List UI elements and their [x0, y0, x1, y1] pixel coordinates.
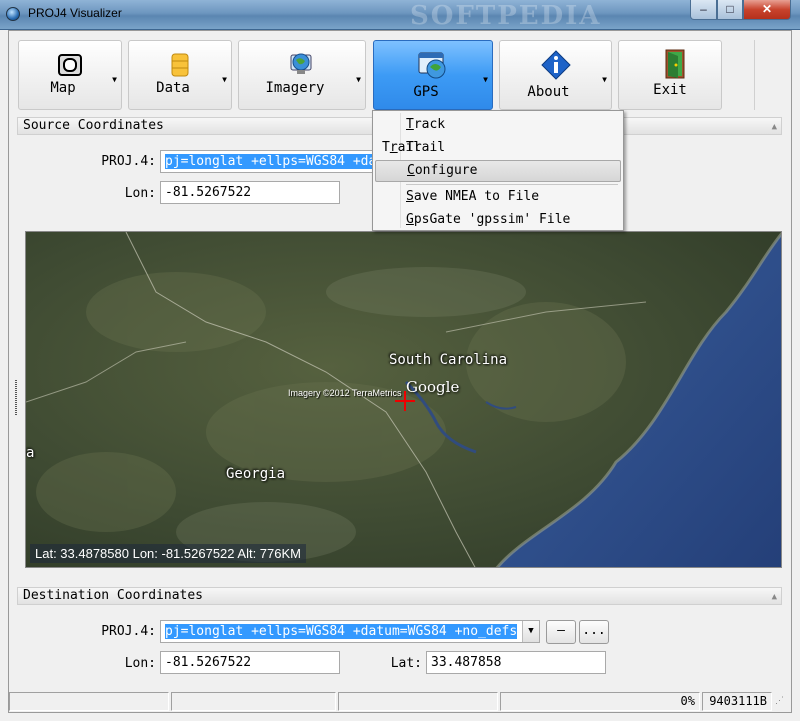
- database-icon: [171, 53, 189, 77]
- title-bar: PROJ4 Visualizer SOFTPEDIA – □ ✕: [0, 0, 800, 31]
- checkmark-icon: Trail: [382, 140, 422, 155]
- window-title: PROJ4 Visualizer: [28, 6, 122, 20]
- data-button[interactable]: Data ▼: [128, 40, 232, 110]
- imagery-button[interactable]: Imagery ▼: [238, 40, 366, 110]
- data-dropdown-arrow[interactable]: ▼: [222, 75, 227, 84]
- gps-dropdown-menu: Track Trail Trail Configure Save NMEA to…: [372, 110, 624, 231]
- destination-section-header[interactable]: Destination Coordinates ▲: [17, 587, 782, 605]
- map-dropdown-arrow[interactable]: ▼: [112, 75, 117, 84]
- gps-button[interactable]: GPS ▼: [373, 40, 493, 110]
- collapse-icon[interactable]: ▲: [772, 589, 777, 605]
- imagery-dropdown-arrow[interactable]: ▼: [356, 75, 361, 84]
- menu-item-track[interactable]: Track: [375, 114, 621, 136]
- destination-section-title: Destination Coordinates: [23, 588, 204, 603]
- map-label-georgia: Georgia: [226, 466, 286, 482]
- about-dropdown-arrow[interactable]: ▼: [602, 75, 607, 84]
- status-cell-3: [338, 692, 498, 711]
- source-lon-label: Lon:: [124, 186, 156, 201]
- destination-lon-input[interactable]: -81.5267522: [160, 651, 340, 674]
- clear-projection-button[interactable]: –: [546, 620, 576, 644]
- source-section-title: Source Coordinates: [23, 118, 164, 133]
- gps-button-label: GPS: [413, 84, 439, 100]
- progress-indicator: 0%: [500, 692, 700, 711]
- menu-item-configure[interactable]: Configure: [375, 160, 621, 182]
- destination-lat-label: Lat:: [390, 656, 422, 671]
- chevron-down-icon[interactable]: ▼: [522, 621, 539, 642]
- status-cell-2: [171, 692, 336, 711]
- source-lon-input[interactable]: -81.5267522: [160, 181, 340, 204]
- watermark: SOFTPEDIA: [410, 1, 602, 31]
- minimize-button[interactable]: –: [690, 0, 717, 20]
- crosshair-icon: [395, 391, 415, 411]
- maximize-button[interactable]: □: [717, 0, 743, 20]
- about-button-label: About: [527, 84, 570, 100]
- collapse-icon[interactable]: ▲: [772, 119, 777, 135]
- map-view[interactable]: South Carolina Georgia a Google Imagery …: [25, 231, 782, 568]
- status-cell-1: [9, 692, 169, 711]
- close-button[interactable]: ✕: [743, 0, 791, 20]
- gps-dropdown-arrow[interactable]: ▼: [483, 75, 488, 84]
- info-icon: [540, 50, 571, 80]
- destination-proj-label: PROJ.4:: [101, 624, 156, 639]
- exit-door-icon: [665, 49, 685, 79]
- destination-lon-label: Lon:: [124, 656, 156, 671]
- map-coordinate-readout: Lat: 33.4878580 Lon: -81.5267522 Alt: 77…: [30, 544, 306, 563]
- map-label-edge: a: [26, 445, 35, 461]
- toolbar-end: [754, 40, 782, 110]
- about-button[interactable]: About ▼: [499, 40, 612, 110]
- destination-lat-input[interactable]: 33.487858: [426, 651, 606, 674]
- menu-separator: [406, 184, 618, 185]
- map-label-south-carolina: South Carolina: [389, 352, 508, 368]
- menu-item-trail[interactable]: Trail Trail: [375, 137, 621, 159]
- menu-item-save-nmea[interactable]: Save NMEA to File: [375, 186, 621, 208]
- map-button[interactable]: Map ▼: [18, 40, 122, 110]
- menu-item-gpsgate-file[interactable]: GpsGate 'gpssim' File: [375, 209, 621, 231]
- resize-grip-icon[interactable]: ⋰: [775, 696, 787, 708]
- source-proj-input[interactable]: pj=longlat +ellps=WGS84 +da: [160, 150, 374, 173]
- status-code: 9403111B: [702, 692, 772, 711]
- gps-globe-icon: [418, 52, 446, 79]
- data-button-label: Data: [156, 80, 190, 96]
- status-bar: 0% 9403111B ⋰: [9, 692, 791, 712]
- destination-proj-combobox[interactable]: pj=longlat +ellps=WGS84 +datum=WGS84 +no…: [160, 620, 540, 643]
- exit-button-label: Exit: [653, 82, 687, 98]
- map-frame-icon: [58, 54, 82, 76]
- imagery-credit: Imagery ©2012 TerraMetrics: [288, 388, 402, 398]
- map-button-label: Map: [50, 80, 76, 96]
- splitter-handle[interactable]: [15, 380, 17, 415]
- more-options-button[interactable]: ...: [579, 620, 609, 644]
- app-globe-icon: [6, 7, 20, 21]
- source-proj-label: PROJ.4:: [101, 154, 156, 169]
- imagery-button-label: Imagery: [265, 80, 325, 96]
- globe-monitor-icon: [290, 53, 312, 74]
- exit-button[interactable]: Exit: [618, 40, 722, 110]
